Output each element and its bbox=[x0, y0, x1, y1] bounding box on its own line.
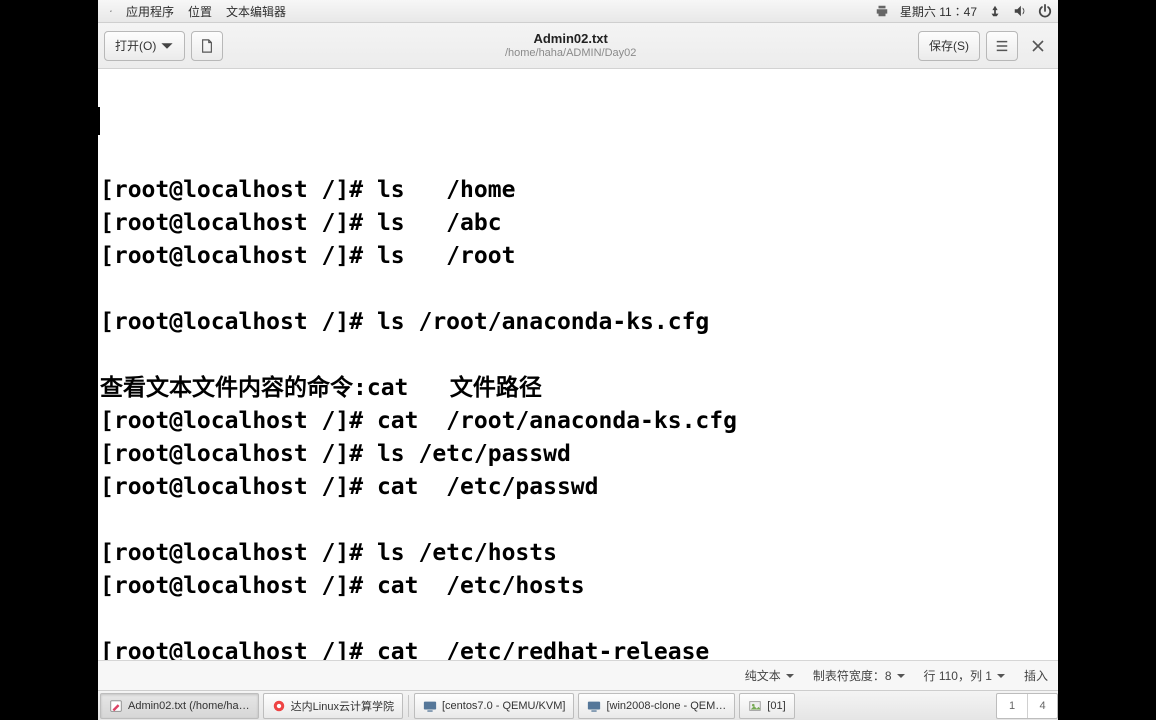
editor-line bbox=[98, 339, 1058, 372]
browser-icon bbox=[272, 699, 286, 713]
text-cursor bbox=[98, 107, 100, 135]
clock[interactable]: 星期六 11∶47 bbox=[900, 3, 977, 20]
close-button[interactable] bbox=[1024, 32, 1052, 60]
document-path: /home/haha/ADMIN/Day02 bbox=[505, 47, 636, 60]
desktop-screen: 应用程序 位置 文本编辑器 星期六 11∶47 打开(O) bbox=[98, 0, 1058, 720]
open-button[interactable]: 打开(O) bbox=[104, 31, 185, 61]
taskbar-item[interactable]: Admin02.txt (/home/ha… bbox=[100, 693, 259, 719]
network-icon[interactable] bbox=[987, 4, 1002, 19]
document-icon bbox=[200, 39, 214, 53]
editor-line: [root@localhost /]# cat /etc/hosts bbox=[98, 570, 1058, 603]
save-button[interactable]: 保存(S) bbox=[918, 31, 980, 61]
syntax-selector[interactable]: 纯文本 bbox=[745, 667, 795, 684]
taskbar-item-label: [centos7.0 - QEMU/KVM] bbox=[442, 700, 565, 712]
new-document-button[interactable] bbox=[191, 31, 223, 61]
menu-applications[interactable]: 应用程序 bbox=[120, 1, 180, 22]
tab-width-selector[interactable]: 制表符宽度：8 bbox=[813, 667, 906, 684]
editor-toolbar: 打开(O) Admin02.txt /home/haha/ADMIN/Day02… bbox=[98, 23, 1058, 69]
volume-icon[interactable] bbox=[1012, 4, 1027, 19]
workspace-indicator[interactable]: 4 bbox=[1027, 694, 1057, 718]
taskbar-item-label: [win2008-clone - QEM… bbox=[606, 700, 726, 712]
top-menu-bar: 应用程序 位置 文本编辑器 星期六 11∶47 bbox=[98, 0, 1058, 23]
status-bar: 纯文本 制表符宽度：8 行 110，列 1 插入 bbox=[98, 660, 1058, 690]
vm-icon bbox=[587, 699, 601, 713]
insert-mode: 插入 bbox=[1024, 667, 1048, 684]
taskbar-item-label: [01] bbox=[767, 700, 785, 712]
taskbar-separator bbox=[408, 695, 409, 717]
close-icon bbox=[1032, 40, 1044, 52]
editor-line: [root@localhost /]# ls /root bbox=[98, 240, 1058, 273]
chevron-down-icon bbox=[996, 671, 1006, 681]
editor-line: [root@localhost /]# cat /etc/redhat-rele… bbox=[98, 636, 1058, 660]
menu-text-editor[interactable]: 文本编辑器 bbox=[220, 1, 292, 22]
editor-line: [root@localhost /]# cat /etc/passwd bbox=[98, 471, 1058, 504]
gnome-logo-icon bbox=[104, 4, 118, 18]
workspace-indicator[interactable]: 1 bbox=[997, 694, 1027, 718]
chevron-down-icon bbox=[160, 39, 174, 53]
title-area: Admin02.txt /home/haha/ADMIN/Day02 bbox=[229, 31, 912, 60]
editor-line: [root@localhost /]# cat /root/anaconda-k… bbox=[98, 405, 1058, 438]
taskbar-item[interactable]: 达内Linux云计算学院 bbox=[263, 693, 403, 719]
printer-icon[interactable] bbox=[875, 4, 890, 19]
cursor-position[interactable]: 行 110，列 1 bbox=[924, 667, 1006, 684]
editor-line: 查看文本文件内容的命令:cat 文件路径 bbox=[98, 372, 1058, 405]
editor-line: [root@localhost /]# ls /etc/passwd bbox=[98, 438, 1058, 471]
taskbar: Admin02.txt (/home/ha… 达内Linux云计算学院 [cen… bbox=[98, 690, 1058, 720]
editor-line: [root@localhost /]# ls /etc/hosts bbox=[98, 537, 1058, 570]
hamburger-icon bbox=[995, 39, 1009, 53]
workspace-pager[interactable]: 1 4 bbox=[996, 693, 1058, 719]
vm-icon bbox=[423, 699, 437, 713]
editor-line bbox=[98, 273, 1058, 306]
taskbar-item-label: Admin02.txt (/home/ha… bbox=[128, 700, 250, 712]
chevron-down-icon bbox=[896, 671, 906, 681]
editor-textarea[interactable]: [root@localhost /]# ls /home[root@localh… bbox=[98, 69, 1058, 660]
chevron-down-icon bbox=[785, 671, 795, 681]
document-title: Admin02.txt bbox=[533, 31, 607, 47]
taskbar-item-label: 达内Linux云计算学院 bbox=[291, 698, 394, 714]
editor-line: [root@localhost /]# ls /root/anaconda-ks… bbox=[98, 306, 1058, 339]
taskbar-item[interactable]: [01] bbox=[739, 693, 794, 719]
menu-places[interactable]: 位置 bbox=[182, 1, 218, 22]
hamburger-menu-button[interactable] bbox=[986, 31, 1018, 61]
image-viewer-icon bbox=[748, 699, 762, 713]
gedit-icon bbox=[109, 699, 123, 713]
power-icon[interactable] bbox=[1037, 4, 1052, 19]
editor-line: [root@localhost /]# ls /home bbox=[98, 174, 1058, 207]
taskbar-item[interactable]: [win2008-clone - QEM… bbox=[578, 693, 735, 719]
editor-line bbox=[98, 603, 1058, 636]
editor-line bbox=[98, 504, 1058, 537]
editor-line: [root@localhost /]# ls /abc bbox=[98, 207, 1058, 240]
taskbar-item[interactable]: [centos7.0 - QEMU/KVM] bbox=[414, 693, 574, 719]
